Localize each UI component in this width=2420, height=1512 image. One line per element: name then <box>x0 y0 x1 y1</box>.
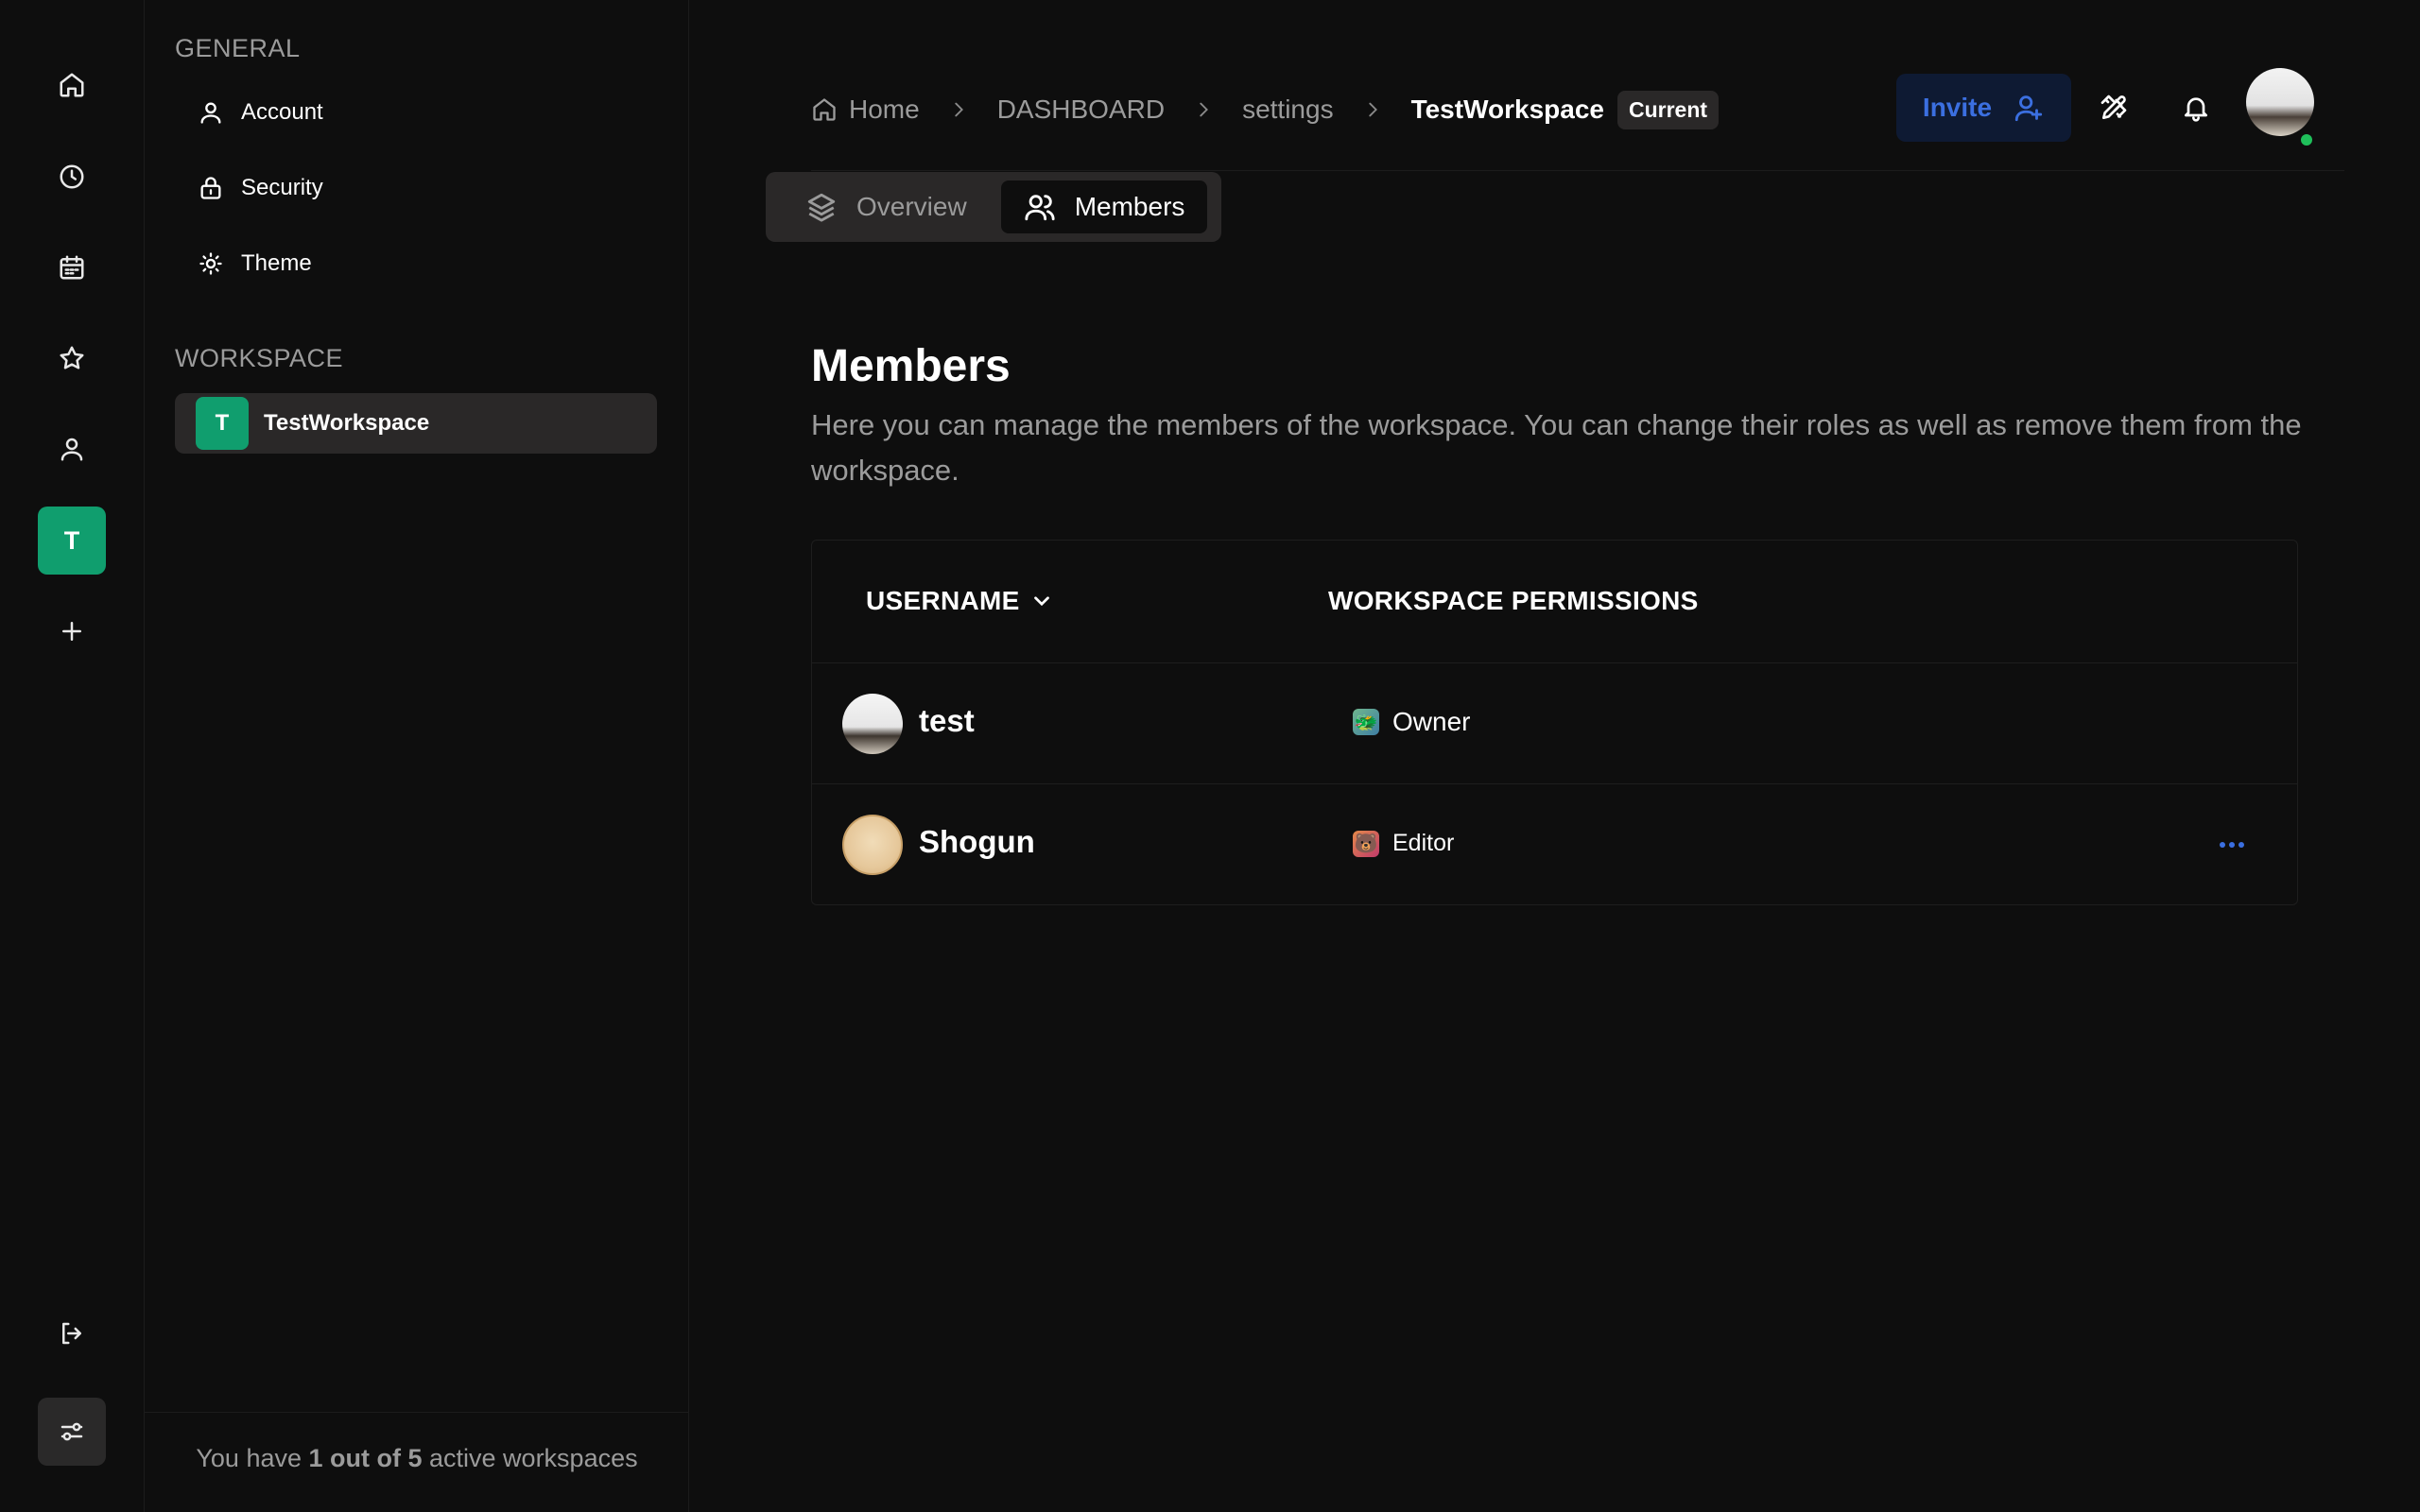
user-icon <box>200 102 221 124</box>
table-header: USERNAME WORKSPACE PERMISSIONS <box>812 541 2297 663</box>
sidebar-item-account[interactable]: Account <box>175 82 657 143</box>
breadcrumb-current: TestWorkspace <box>1410 94 1604 124</box>
table-row: Shogun 🐻 Editor <box>812 784 2297 905</box>
breadcrumb-settings[interactable]: settings <box>1242 94 1334 125</box>
sidebar-item-theme[interactable]: Theme <box>175 233 657 294</box>
chevron-right-icon <box>1200 102 1209 117</box>
invite-label: Invite <box>1922 93 1993 122</box>
more-horizontal-icon <box>2220 842 2244 848</box>
logout-icon <box>62 1322 81 1345</box>
rail-add-workspace-button[interactable] <box>38 597 106 665</box>
pencil-ruler-icon <box>2100 94 2127 119</box>
online-status-indicator <box>2298 131 2315 148</box>
tab-bar: Overview Members <box>766 172 1221 242</box>
rail-recent-button[interactable] <box>38 143 106 211</box>
role-emoji: 🐻 <box>1353 830 1379 857</box>
rail-logout-button[interactable] <box>38 1299 106 1367</box>
sidebar-item-label: Theme <box>241 250 312 276</box>
breadcrumb-home[interactable]: Home <box>811 94 920 125</box>
username-column-header[interactable]: USERNAME <box>866 586 1054 616</box>
page-description: Here you can manage the members of the w… <box>811 408 2302 487</box>
lock-icon <box>200 177 221 199</box>
members-table: USERNAME WORKSPACE PERMISSIONS test 🐲 Ow… <box>811 540 2298 905</box>
layers-icon <box>807 193 836 222</box>
tab-members[interactable]: Members <box>1000 180 1208 233</box>
user-plus-icon <box>2014 95 2043 122</box>
member-role: 🐲 Owner <box>1353 707 1470 737</box>
header-divider <box>811 170 2344 171</box>
workspace-badge: T <box>196 397 249 450</box>
bell-icon <box>2185 97 2207 122</box>
role-label: Owner <box>1392 707 1471 736</box>
table-row: test 🐲 Owner <box>812 663 2297 784</box>
workspace-initial: T <box>63 525 80 555</box>
rail-profile-button[interactable] <box>38 415 106 483</box>
page-title: Members <box>811 341 1011 391</box>
member-name: test <box>919 703 975 738</box>
users-icon <box>1025 195 1055 221</box>
notifications-button[interactable] <box>2171 83 2221 132</box>
active-workspaces-note: You have 1 out of 5 active workspaces <box>196 1444 638 1472</box>
sliders-icon <box>60 1422 83 1441</box>
member-name: Shogun <box>919 824 1035 859</box>
sun-icon <box>199 252 222 275</box>
star-icon <box>60 346 84 369</box>
role-label: Editor <box>1392 830 1455 856</box>
member-actions-button[interactable] <box>2207 828 2256 862</box>
plus-icon <box>62 622 81 641</box>
avatar <box>842 694 903 754</box>
sidebar-item-label: TestWorkspace <box>264 410 430 436</box>
chevron-down-icon <box>1033 596 1049 607</box>
clock-icon <box>60 164 84 189</box>
home-icon <box>60 73 84 97</box>
invite-button[interactable]: Invite <box>1896 74 2071 142</box>
tab-overview[interactable]: Overview <box>786 180 990 233</box>
user-avatar[interactable] <box>2246 68 2314 136</box>
footer-divider <box>145 1412 689 1413</box>
general-heading: GENERAL <box>175 34 301 62</box>
chevron-right-icon <box>1368 102 1377 117</box>
design-tools-button[interactable] <box>2089 83 2138 132</box>
current-badge: Current <box>1616 90 1720 129</box>
avatar <box>842 815 903 875</box>
home-icon <box>813 98 836 121</box>
calendar-icon <box>60 255 84 280</box>
rail-workspace-button[interactable]: T <box>38 507 106 575</box>
rail-preferences-button[interactable] <box>38 1398 106 1466</box>
workspace-count: 1 out of 5 <box>308 1444 423 1472</box>
member-role[interactable]: 🐻 Editor <box>1353 830 1454 857</box>
permissions-column-header: WORKSPACE PERMISSIONS <box>1328 586 1699 615</box>
sidebar-item-label: Account <box>241 99 323 125</box>
breadcrumb: Home DASHBOARD settings TestWorkspace Cu… <box>811 87 1720 132</box>
chevron-right-icon <box>955 102 963 117</box>
rail-calendar-button[interactable] <box>38 233 106 301</box>
rail-favorites-button[interactable] <box>38 324 106 392</box>
user-icon <box>60 438 83 461</box>
sidebar-item-testworkspace[interactable]: T TestWorkspace <box>175 393 657 454</box>
workspace-heading: WORKSPACE <box>175 344 344 372</box>
icon-rail: T <box>0 0 145 1512</box>
settings-sidebar: GENERAL Account Security Theme WORKSPACE… <box>145 0 689 1512</box>
rail-home-button[interactable] <box>38 51 106 119</box>
sidebar-item-security[interactable]: Security <box>175 158 657 218</box>
sidebar-item-label: Security <box>241 175 323 200</box>
breadcrumb-dashboard[interactable]: DASHBOARD <box>997 94 1165 125</box>
role-emoji: 🐲 <box>1353 709 1379 735</box>
